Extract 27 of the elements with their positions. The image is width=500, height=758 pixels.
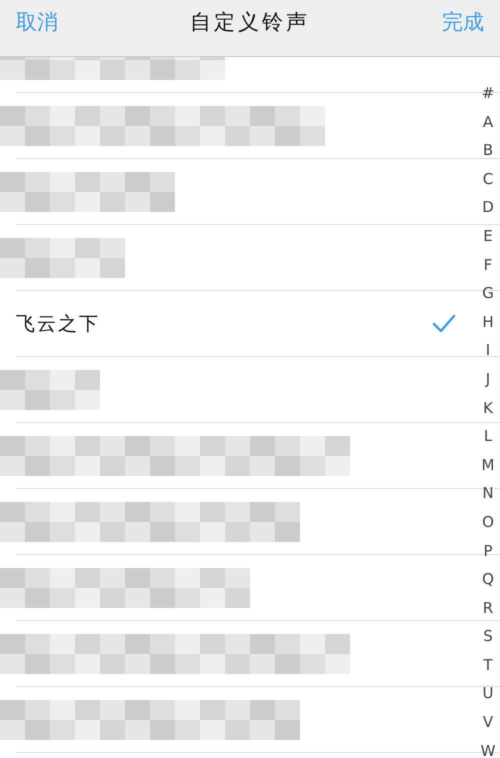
screen-title: 自定义铃声 [190,9,310,36]
index-letter[interactable]: Q [482,565,494,594]
index-letter[interactable]: L [484,422,492,451]
index-letter[interactable]: F [484,250,492,280]
index-letter[interactable]: P [483,536,493,566]
index-letter[interactable]: S [483,622,493,651]
index-letter[interactable]: M [482,450,494,480]
index-letter[interactable]: V [482,708,494,737]
index-letter[interactable]: K [483,394,493,422]
index-letter[interactable]: C [482,164,494,194]
index-letter[interactable]: I [486,336,490,365]
index-letter[interactable]: # [482,79,494,108]
index-letter[interactable]: W [480,736,496,758]
index-letter[interactable]: B [482,136,494,165]
index-letter[interactable]: O [482,508,494,536]
song-title[interactable]: 飞云之下 [16,310,100,336]
index-letter[interactable]: A [482,108,494,136]
index-letter[interactable]: T [483,650,493,680]
index-letter[interactable]: U [482,679,494,708]
index-letter[interactable]: H [482,308,494,336]
index-letter[interactable]: R [482,594,494,622]
index-letter[interactable]: J [486,364,490,394]
index-letter[interactable]: D [482,193,494,222]
index-letter[interactable]: G [482,279,494,308]
list-row[interactable]: 飞云之下 [16,291,474,356]
index-letter[interactable]: E [483,222,493,251]
index-letter[interactable]: N [482,479,494,508]
